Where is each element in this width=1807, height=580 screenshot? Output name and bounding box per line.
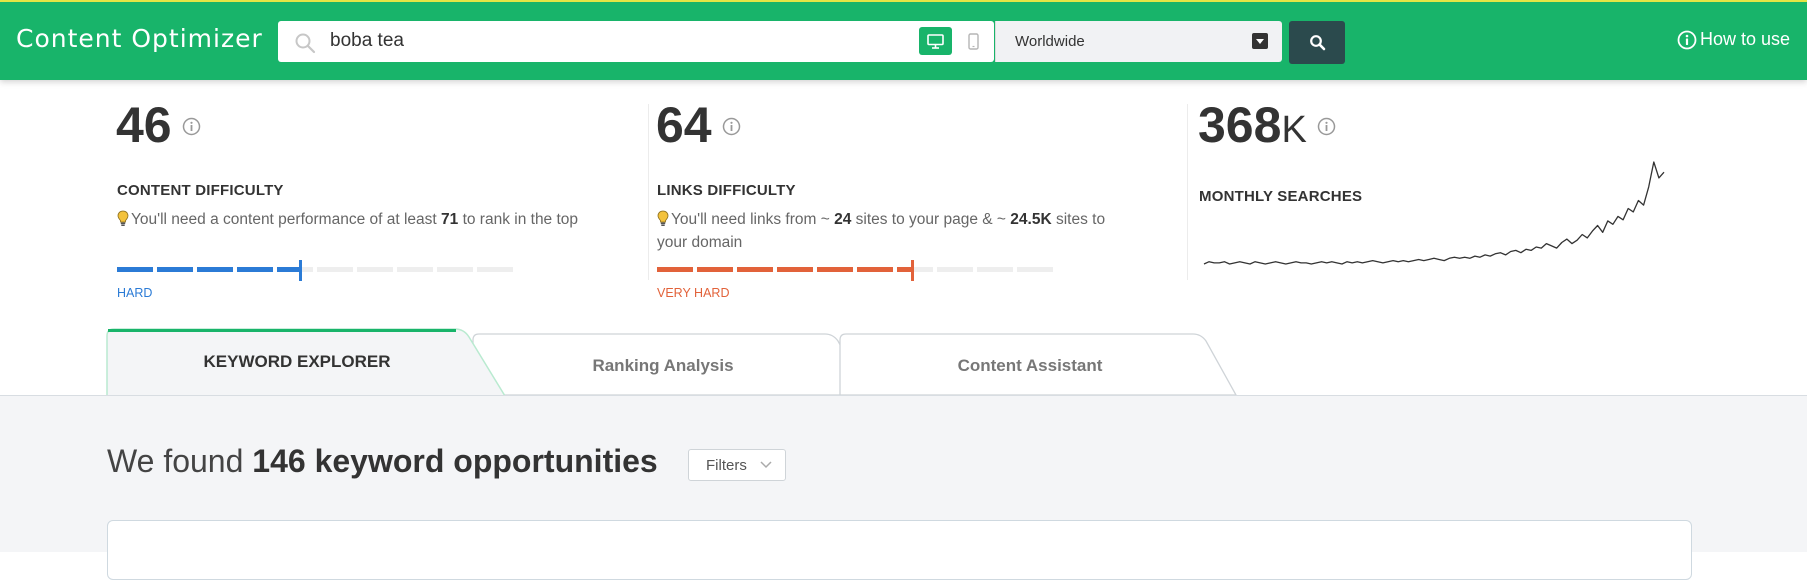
content-difficulty-bar	[117, 260, 517, 281]
monthly-searches-panel: 368K	[1198, 100, 1336, 150]
bar-segment	[737, 267, 773, 272]
links-difficulty-score: 64	[656, 97, 712, 153]
bar-segment	[817, 267, 853, 272]
search-icon	[1309, 35, 1325, 51]
lightbulb-icon	[657, 210, 669, 226]
mobile-device-toggle[interactable]	[958, 27, 988, 55]
monthly-searches-value: 368K	[1198, 97, 1307, 153]
results-table-card	[107, 520, 1692, 580]
chevron-down-icon	[1252, 33, 1268, 49]
content-difficulty-level: HARD	[117, 286, 153, 300]
filters-label: Filters	[706, 457, 747, 474]
info-icon[interactable]	[1317, 117, 1336, 136]
page-links-value: 24	[834, 211, 852, 228]
links-difficulty-level: VERY HARD	[657, 286, 730, 300]
links-difficulty-title: LINKS DIFFICULTY	[657, 182, 796, 199]
tab-content-assistant[interactable]: Content Assistant	[845, 356, 1215, 376]
bar-segment-partial	[897, 267, 912, 272]
content-difficulty-title: CONTENT DIFFICULTY	[117, 182, 284, 199]
content-difficulty-panel: 46	[116, 100, 201, 150]
top-bar: Content Optimizer Worldwide	[0, 0, 1807, 80]
domain-links-value: 24.5K	[1010, 211, 1052, 228]
bar-segment	[197, 267, 233, 272]
links-difficulty-bar	[657, 260, 1057, 281]
desktop-icon	[927, 33, 944, 49]
search-trend-sparkline	[1203, 161, 1665, 265]
results-prefix: We found	[107, 443, 253, 479]
bar-marker	[911, 260, 915, 281]
info-icon	[1677, 30, 1697, 49]
info-icon[interactable]	[722, 117, 741, 136]
lightbulb-icon	[117, 210, 129, 226]
performance-target-value: 71	[441, 211, 459, 228]
bar-segment	[857, 267, 893, 272]
content-difficulty-description: You'll need a content performance of at …	[117, 208, 637, 231]
bar-segment	[977, 267, 1013, 272]
info-icon[interactable]	[182, 117, 201, 136]
location-selected-value: Worldwide	[1015, 33, 1085, 50]
bar-segment	[777, 267, 813, 272]
bar-segment	[397, 267, 433, 272]
keyword-explorer-panel: We found 146 keyword opportunities Filte…	[0, 395, 1807, 580]
chevron-down-icon	[760, 461, 772, 469]
filters-dropdown[interactable]: Filters	[688, 449, 786, 481]
search-box	[278, 21, 994, 62]
tab-ranking-analysis[interactable]: Ranking Analysis	[478, 356, 848, 376]
description-text: sites to your page & ~	[851, 211, 1011, 228]
bar-segment	[477, 267, 513, 272]
results-count: 146 keyword opportunities	[252, 443, 658, 479]
divider	[648, 104, 649, 280]
description-text: You'll need a content performance of at …	[131, 211, 442, 228]
bar-segment-partial	[277, 267, 299, 272]
how-to-use-link[interactable]: How to use	[1677, 29, 1790, 50]
search-icon	[295, 33, 316, 54]
bar-segment	[117, 267, 153, 272]
how-to-use-label: How to use	[1700, 29, 1791, 49]
monthly-searches-number: 368	[1198, 97, 1282, 153]
description-text: You'll need links from ~	[671, 211, 835, 228]
bar-segment	[657, 267, 693, 272]
bar-segment	[437, 267, 473, 272]
links-difficulty-panel: 64	[656, 100, 741, 150]
monthly-searches-unit: K	[1281, 109, 1307, 151]
desktop-device-toggle[interactable]	[919, 27, 952, 55]
divider	[1187, 104, 1188, 280]
trend-line	[1203, 161, 1665, 265]
results-heading: We found 146 keyword opportunities	[107, 443, 658, 480]
main-tabs: KEYWORD EXPLORER Ranking Analysis Conten…	[0, 326, 1807, 396]
mobile-icon	[967, 32, 979, 50]
location-select[interactable]: Worldwide	[995, 21, 1282, 62]
bar-segment	[237, 267, 273, 272]
bar-segment	[357, 267, 393, 272]
search-button[interactable]	[1289, 21, 1345, 64]
bar-segment	[317, 267, 353, 272]
bar-marker	[298, 260, 302, 281]
tab-keyword-explorer[interactable]: KEYWORD EXPLORER	[112, 352, 482, 372]
content-difficulty-score: 46	[116, 97, 172, 153]
bar-segment	[937, 267, 973, 272]
links-difficulty-description: You'll need links from ~ 24 sites to you…	[657, 208, 1137, 254]
app-title: Content Optimizer	[16, 24, 263, 53]
description-text: to rank in the top	[458, 211, 579, 228]
keyword-search-input[interactable]	[330, 27, 850, 55]
bar-segment	[1017, 267, 1053, 272]
bar-segment	[157, 267, 193, 272]
bar-segment	[697, 267, 733, 272]
